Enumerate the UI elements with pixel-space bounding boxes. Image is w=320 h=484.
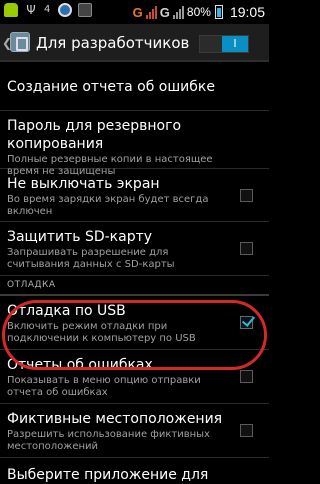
globe-icon — [58, 3, 72, 17]
item-title: Отчеты об ошибках — [7, 357, 153, 373]
clock: 19:05 — [229, 4, 265, 20]
signal-2-icon — [172, 5, 184, 19]
list-item-bug-report[interactable]: Создание отчета об ошибке — [0, 64, 269, 111]
battery-icon — [214, 5, 223, 19]
list-item-protect-sd[interactable]: Защитить SD-карту Запрашивать разрешение… — [0, 222, 269, 276]
settings-list: Создание отчета об ошибке Пароль для рез… — [0, 64, 269, 484]
item-summary: Включить режим отладки при подключении к… — [7, 321, 196, 344]
item-summary: Показывать в меню опцию отправки отчета … — [7, 375, 201, 398]
section-header-debugging: ОТЛАДКА — [0, 276, 269, 296]
item-title: Отладка по USB — [7, 303, 126, 319]
android-icon — [4, 3, 18, 17]
list-item-usb-debugging[interactable]: Отладка по USB Включить режим отладки пр… — [0, 296, 269, 350]
status-bar: Ψ 4 G G 80% 19:05 — [0, 0, 269, 24]
usb-icon: Ψ — [26, 3, 36, 17]
item-title: Фиктивные местоположения — [7, 411, 223, 427]
battery-percent: 80% — [186, 5, 211, 19]
network-type-1: G — [132, 4, 143, 20]
item-title: Пароль для резервного копирования — [7, 118, 182, 152]
item-summary: Во время зарядки экран будет всегда вклю… — [7, 194, 209, 217]
item-summary: Запрашивать разрешение для считывания да… — [7, 247, 175, 270]
stay-awake-checkbox[interactable] — [240, 189, 253, 202]
network-type-2: G — [159, 4, 170, 20]
item-title: Не выключать экран — [7, 176, 160, 192]
developer-options-toggle[interactable]: I — [199, 35, 249, 53]
notification-count: 4 — [44, 4, 51, 15]
page-title: Для разработчиков — [36, 34, 190, 52]
system-icons: G G 80% 19:05 — [133, 4, 265, 20]
list-item-mock-locations[interactable]: Фиктивные местоположения Разрешить испол… — [0, 404, 269, 458]
item-summary: Разрешить использование фиктивных местоп… — [7, 429, 210, 452]
item-title: Создание отчета об ошибке — [7, 79, 215, 95]
item-title: Выберите приложение для отладки — [7, 467, 209, 483]
protect-sd-checkbox[interactable] — [240, 242, 253, 255]
item-title: Защитить SD-карту — [7, 229, 153, 245]
notification-icons: Ψ 4 — [4, 3, 92, 17]
mock-locations-checkbox[interactable] — [240, 424, 253, 437]
toggle-knob: I — [222, 36, 248, 52]
action-bar: ❮ Для разработчиков I — [0, 24, 269, 62]
list-item-debug-app[interactable]: Выберите приложение для отладки — [0, 458, 269, 484]
usb-debugging-checkbox[interactable] — [240, 316, 253, 329]
signal-1-icon — [145, 5, 157, 19]
list-item-bug-reports[interactable]: Отчеты об ошибках Показывать в меню опци… — [0, 350, 269, 404]
settings-app-icon[interactable] — [10, 32, 30, 52]
bug-reports-checkbox[interactable] — [240, 370, 253, 383]
photo-icon — [78, 3, 92, 17]
list-item-backup-password[interactable]: Пароль для резервного копирования Полные… — [0, 111, 269, 177]
list-item-stay-awake[interactable]: Не выключать экран Во время зарядки экра… — [0, 169, 269, 222]
